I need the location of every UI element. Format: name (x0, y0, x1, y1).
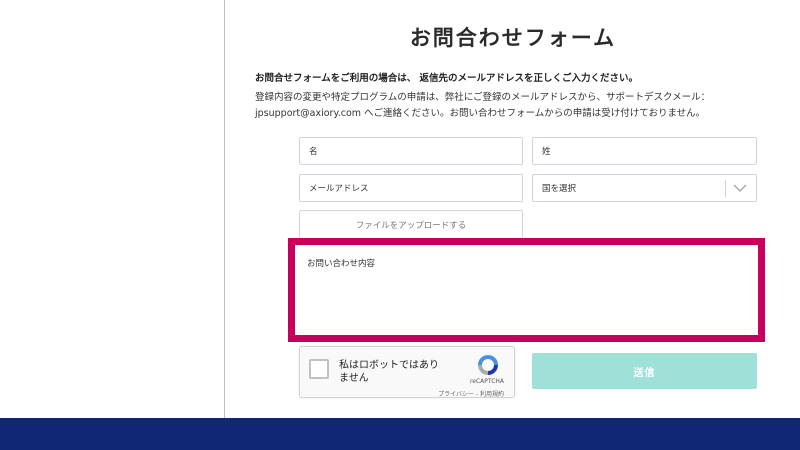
submit-label: 送信 (633, 367, 656, 379)
page-title: お問合わせフォーム (409, 26, 617, 50)
recaptcha-widget: 私はロボットではありません reCAPTCHA プライバシー - 利用規約 (299, 346, 515, 398)
submit-button[interactable]: 送信 (532, 353, 757, 389)
first-name-placeholder: 名 (309, 147, 318, 157)
select-divider (725, 180, 726, 197)
message-field-highlight: お問い合わせ内容 (288, 238, 765, 342)
file-upload-button[interactable]: ファイルをアップロードする (299, 210, 523, 240)
email-notice: お問合せフォームをご利用の場合は、 返信先のメールアドレスを正しくご入力ください… (255, 73, 639, 84)
recaptcha-brand: reCAPTCHA (469, 378, 504, 385)
country-select[interactable]: 国を選択 (532, 174, 757, 202)
recaptcha-label: 私はロボットではありません (339, 360, 439, 384)
recaptcha-checkbox[interactable] (309, 359, 329, 379)
form-description: 登録内容の変更や特定プログラムの申請は、弊社にご登録のメールアドレスから、サポー… (255, 92, 711, 119)
recaptcha-terms-links[interactable]: プライバシー - 利用規約 (438, 389, 504, 398)
message-placeholder: お問い合わせ内容 (307, 259, 376, 269)
last-name-placeholder: 姓 (542, 147, 551, 157)
message-textarea[interactable]: お問い合わせ内容 (297, 247, 756, 333)
email-placeholder: メールアドレス (309, 184, 369, 194)
file-upload-label: ファイルをアップロードする (355, 221, 467, 231)
contact-form-panel: お問合わせフォーム お問合せフォームをご利用の場合は、 返信先のメールアドレスを… (224, 0, 800, 418)
chevron-down-icon[interactable] (732, 181, 748, 195)
country-select-placeholder: 国を選択 (542, 184, 577, 194)
bottom-bar (0, 418, 800, 450)
recaptcha-logo-icon (478, 355, 498, 375)
first-name-field[interactable]: 名 (299, 137, 523, 165)
last-name-field[interactable]: 姓 (532, 137, 757, 165)
email-field[interactable]: メールアドレス (299, 174, 523, 202)
